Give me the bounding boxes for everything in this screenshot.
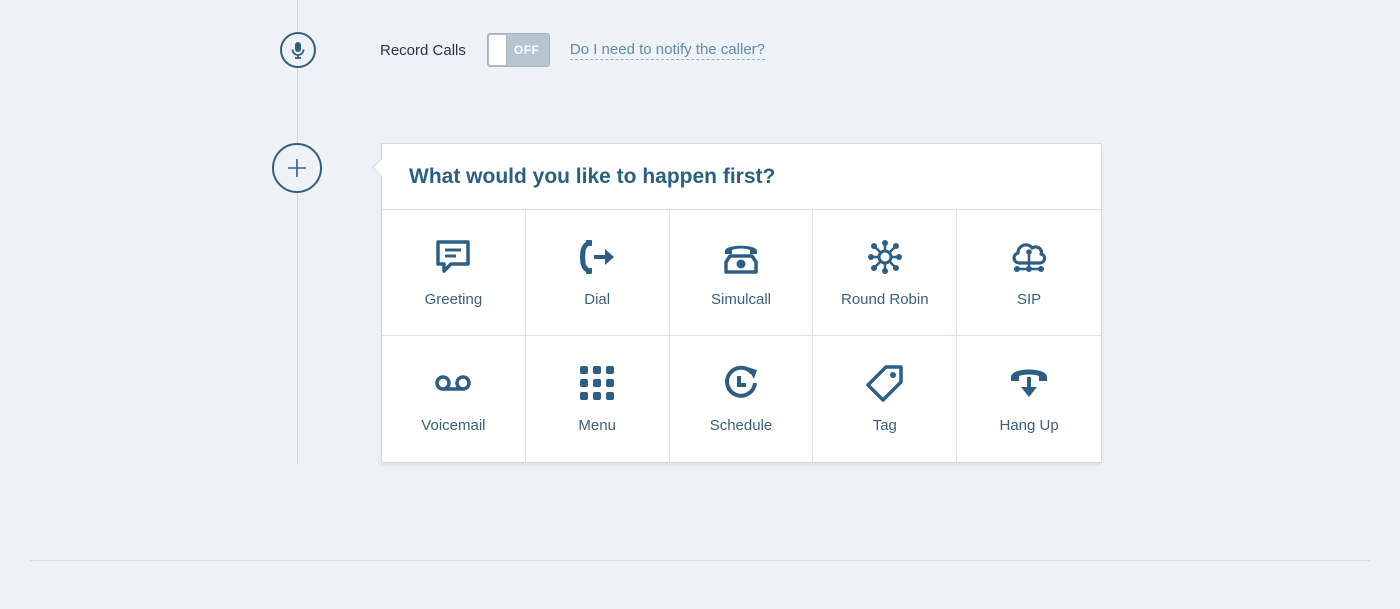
option-round-robin[interactable]: Round Robin bbox=[813, 210, 958, 336]
plus-icon bbox=[288, 159, 306, 177]
timeline-line bbox=[297, 0, 298, 464]
option-label: Round Robin bbox=[841, 291, 929, 308]
microphone-icon bbox=[291, 42, 305, 59]
record-calls-row: Record Calls OFF Do I need to notify the… bbox=[380, 32, 765, 68]
toggle-knob bbox=[488, 35, 506, 65]
option-tag[interactable]: Tag bbox=[813, 336, 958, 462]
toggle-state-text: OFF bbox=[513, 43, 540, 57]
option-label: SIP bbox=[1017, 291, 1042, 308]
step-options-grid: Greeting Dial Simulcall Round Robin SIP … bbox=[382, 210, 1101, 462]
option-greeting[interactable]: Greeting bbox=[382, 210, 526, 336]
record-step-node bbox=[280, 32, 316, 68]
card-title: What would you like to happen first? bbox=[409, 164, 776, 188]
option-label: Simulcall bbox=[710, 291, 771, 308]
menu-icon bbox=[580, 366, 615, 400]
step-picker-card: What would you like to happen first? Gre… bbox=[372, 143, 1102, 463]
tag-icon bbox=[866, 365, 903, 402]
option-label: Schedule bbox=[709, 417, 773, 434]
option-voicemail[interactable]: Voicemail bbox=[382, 336, 526, 462]
option-label: Voicemail bbox=[421, 417, 486, 434]
simulcall-icon bbox=[724, 245, 758, 274]
schedule-icon bbox=[725, 365, 757, 398]
option-hang-up[interactable]: Hang Up bbox=[957, 336, 1101, 462]
hang-up-icon bbox=[1011, 369, 1048, 397]
record-calls-label: Record Calls bbox=[380, 41, 466, 59]
greeting-icon bbox=[436, 240, 471, 273]
notify-caller-link[interactable]: Do I need to notify the caller? bbox=[569, 41, 765, 60]
round-robin-icon bbox=[867, 240, 902, 274]
record-calls-toggle[interactable]: OFF bbox=[486, 33, 550, 67]
option-label: Tag bbox=[872, 417, 897, 434]
option-label: Dial bbox=[584, 291, 611, 308]
option-dial[interactable]: Dial bbox=[525, 210, 670, 336]
card-header: What would you like to happen first? bbox=[382, 144, 1101, 210]
option-schedule[interactable]: Schedule bbox=[670, 336, 814, 462]
voicemail-icon bbox=[435, 375, 472, 391]
option-sip[interactable]: SIP bbox=[957, 210, 1101, 336]
option-label: Menu bbox=[578, 417, 616, 434]
option-menu[interactable]: Menu bbox=[526, 336, 670, 462]
option-label: Hang Up bbox=[999, 417, 1059, 434]
dial-icon bbox=[580, 240, 615, 274]
call-flow-editor: Record Calls OFF Do I need to notify the… bbox=[0, 0, 1400, 609]
add-step-button[interactable] bbox=[272, 143, 322, 193]
footer-divider bbox=[30, 560, 1370, 561]
sip-icon bbox=[1012, 243, 1047, 272]
option-label: Greeting bbox=[424, 291, 483, 308]
option-simulcall[interactable]: Simulcall bbox=[669, 210, 814, 336]
